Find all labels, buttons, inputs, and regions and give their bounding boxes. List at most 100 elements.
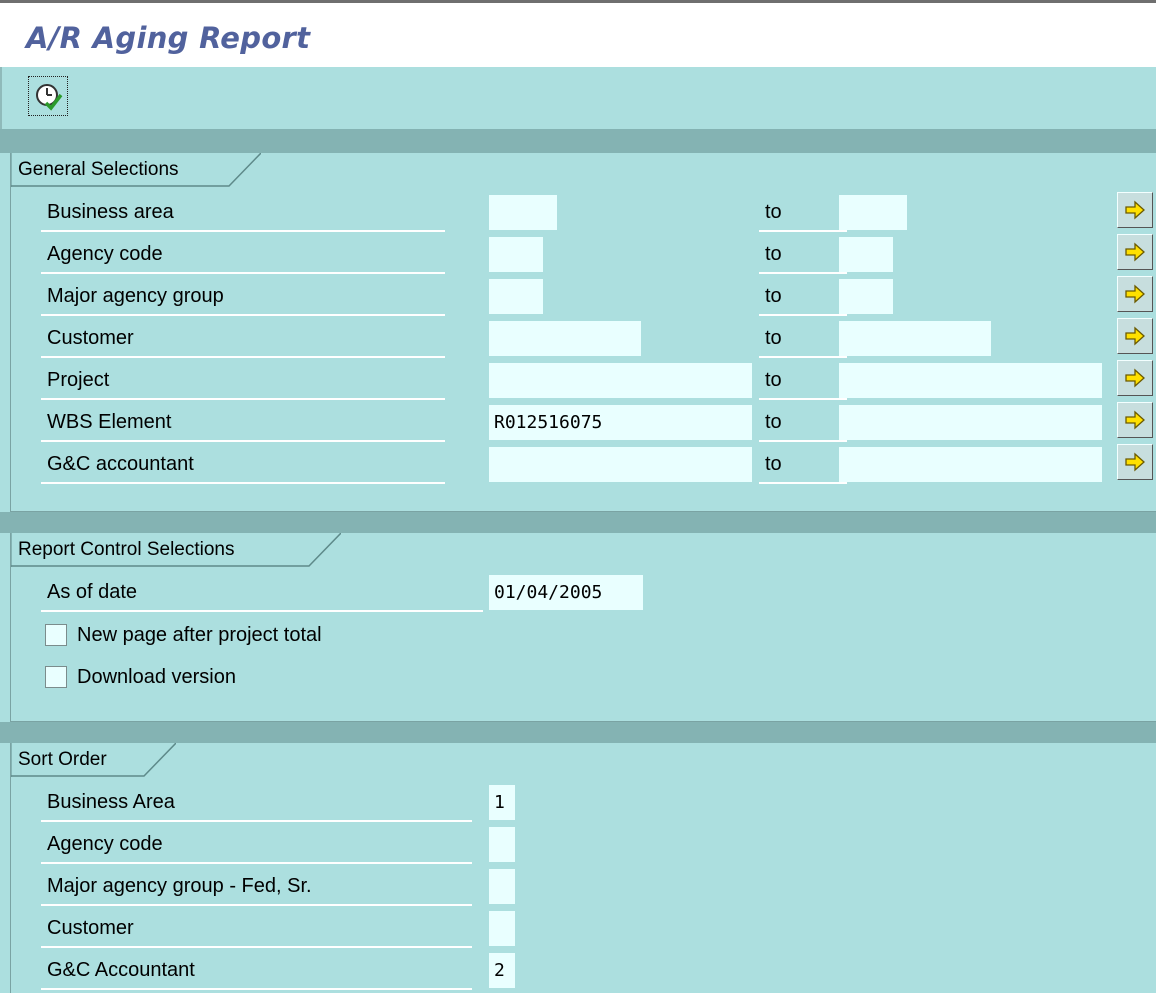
- to-input[interactable]: [839, 195, 907, 230]
- to-input[interactable]: [839, 405, 1102, 440]
- from-input[interactable]: [489, 321, 641, 356]
- as-of-date-label: As of date: [47, 581, 138, 603]
- report-control-group: Report Control Selections As of date 01/…: [10, 533, 1156, 722]
- sort-row: Major agency group - Fed, Sr.: [41, 866, 1151, 908]
- sort-position-input[interactable]: [489, 911, 515, 946]
- label-underline: [41, 610, 483, 612]
- report-control-heading: Report Control Selections: [18, 539, 235, 560]
- to-label: to: [765, 411, 782, 433]
- label-underline: [41, 440, 445, 442]
- to-label: to: [765, 453, 782, 475]
- arrow-right-icon: [1125, 326, 1145, 346]
- to-input[interactable]: [839, 279, 893, 314]
- selection-label: Customer: [47, 327, 134, 349]
- arrow-right-icon: [1125, 368, 1145, 388]
- download-row: Download version: [41, 659, 1151, 695]
- download-version-checkbox[interactable]: [45, 666, 67, 688]
- multiple-selection-button[interactable]: [1117, 318, 1153, 354]
- sort-position-input[interactable]: 2: [489, 953, 515, 988]
- selection-row: Business area to: [41, 192, 1153, 234]
- new-page-checkbox[interactable]: [45, 624, 67, 646]
- arrow-right-icon: [1125, 284, 1145, 304]
- to-underline: [759, 272, 847, 274]
- selection-row: Agency code to: [41, 234, 1153, 276]
- as-of-date-field[interactable]: 01/04/2005: [489, 575, 643, 610]
- label-underline: [41, 230, 445, 232]
- title-bar: A/R Aging Report: [0, 0, 1156, 67]
- multiple-selection-button[interactable]: [1117, 234, 1153, 270]
- sort-label: Agency code: [47, 833, 163, 855]
- selection-label: Agency code: [47, 243, 163, 265]
- to-label: to: [765, 327, 782, 349]
- sort-row: Customer: [41, 908, 1151, 950]
- multiple-selection-button[interactable]: [1117, 276, 1153, 312]
- sort-row: G&C Accountant 2: [41, 950, 1151, 992]
- sort-label: G&C Accountant: [47, 959, 195, 981]
- selection-label: Project: [47, 369, 110, 391]
- label-underline: [41, 272, 445, 274]
- to-input[interactable]: [839, 237, 893, 272]
- general-selections-heading: General Selections: [18, 159, 179, 180]
- as-of-date-row: As of date 01/04/2005: [41, 572, 1151, 614]
- from-input[interactable]: [489, 237, 543, 272]
- from-input[interactable]: [489, 363, 752, 398]
- page-title: A/R Aging Report: [26, 21, 311, 55]
- selection-label: Major agency group: [47, 285, 224, 307]
- sort-row: Business Area 1: [41, 782, 1151, 824]
- general-selections-group: General Selections Business area to Agency…: [10, 153, 1156, 512]
- to-input[interactable]: [839, 321, 991, 356]
- new-page-row: New page after project total: [41, 617, 1151, 653]
- arrow-right-icon: [1125, 200, 1145, 220]
- selection-row: G&C accountant to: [41, 444, 1153, 486]
- sort-label: Major agency group - Fed, Sr.: [47, 875, 312, 897]
- from-input[interactable]: [489, 195, 557, 230]
- label-underline: [41, 356, 445, 358]
- multiple-selection-button[interactable]: [1117, 444, 1153, 480]
- label-underline: [41, 904, 472, 906]
- arrow-right-icon: [1125, 452, 1145, 472]
- section-separator: [0, 512, 1156, 533]
- to-underline: [759, 314, 847, 316]
- to-label: to: [765, 201, 782, 223]
- from-input[interactable]: [489, 447, 752, 482]
- label-underline: [41, 398, 445, 400]
- report-control-tab: Report Control Selections: [11, 533, 348, 567]
- selection-label: WBS Element: [47, 411, 172, 433]
- sort-order-group: Sort Order Business Area 1 Agency code Majo…: [10, 743, 1156, 993]
- to-underline: [759, 398, 847, 400]
- general-selections-tab: General Selections: [11, 153, 268, 187]
- sort-position-input[interactable]: [489, 869, 515, 904]
- selection-label: G&C accountant: [47, 453, 194, 475]
- multiple-selection-button[interactable]: [1117, 192, 1153, 228]
- to-underline: [759, 230, 847, 232]
- section-separator: [0, 129, 1156, 153]
- new-page-label: New page after project total: [77, 624, 322, 646]
- sort-row: Agency code: [41, 824, 1151, 866]
- to-underline: [759, 482, 847, 484]
- from-input[interactable]: R012516075: [489, 405, 752, 440]
- sort-label: Business Area: [47, 791, 175, 813]
- to-label: to: [765, 285, 782, 307]
- sort-order-heading: Sort Order: [18, 749, 107, 770]
- execute-button[interactable]: [28, 76, 68, 116]
- section-separator: [0, 722, 1156, 743]
- sort-order-tab: Sort Order: [11, 743, 183, 777]
- multiple-selection-button[interactable]: [1117, 402, 1153, 438]
- sort-position-input[interactable]: [489, 827, 515, 862]
- selection-row: WBS Element R012516075 to: [41, 402, 1153, 444]
- to-input[interactable]: [839, 447, 1102, 482]
- selection-row: Major agency group to: [41, 276, 1153, 318]
- to-label: to: [765, 369, 782, 391]
- sort-position-input[interactable]: 1: [489, 785, 515, 820]
- multiple-selection-button[interactable]: [1117, 360, 1153, 396]
- from-input[interactable]: [489, 279, 543, 314]
- sort-label: Customer: [47, 917, 134, 939]
- arrow-right-icon: [1125, 242, 1145, 262]
- label-underline: [41, 482, 445, 484]
- label-underline: [41, 946, 472, 948]
- to-input[interactable]: [839, 363, 1102, 398]
- application-toolbar: [0, 67, 1156, 129]
- to-underline: [759, 440, 847, 442]
- execute-clock-check-icon: [36, 84, 63, 111]
- label-underline: [41, 988, 472, 990]
